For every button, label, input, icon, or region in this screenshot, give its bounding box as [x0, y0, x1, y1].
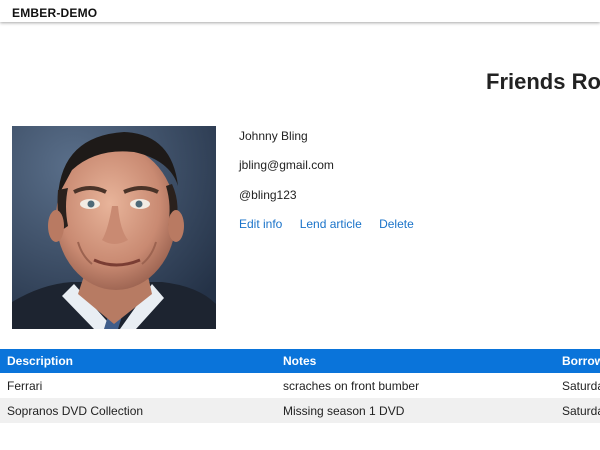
edit-info-link[interactable]: Edit info [239, 217, 282, 231]
delete-link[interactable]: Delete [379, 217, 414, 231]
cell-notes: scraches on front bumber [283, 378, 420, 393]
cell-description: Ferrari [7, 378, 43, 393]
friend-actions: Edit info Lend article Delete [239, 217, 414, 231]
page-title: Friends Ro [486, 69, 600, 94]
column-header-borrowed[interactable]: Borrow [555, 349, 600, 373]
friend-name: Johnny Bling [239, 129, 308, 143]
cell-borrowed: Saturda [562, 378, 600, 393]
cell-borrowed: Saturda [555, 398, 600, 423]
brand-link[interactable]: EMBER-DEMO [12, 6, 97, 20]
lend-article-link[interactable]: Lend article [300, 217, 362, 231]
cell-notes: Missing season 1 DVD [276, 398, 555, 423]
top-navbar: EMBER-DEMO [0, 0, 600, 22]
column-header-description[interactable]: Description [0, 349, 276, 373]
friend-twitter: @bling123 [239, 188, 297, 202]
table-row[interactable]: Sopranos DVD Collection Missing season 1… [0, 398, 600, 423]
articles-table: Description Notes Borrow Ferrari scrache… [0, 349, 600, 423]
column-header-notes[interactable]: Notes [276, 349, 555, 373]
table-header-row: Description Notes Borrow [0, 349, 600, 373]
person-photo-icon [12, 126, 216, 329]
cell-description: Sopranos DVD Collection [0, 398, 276, 423]
friend-avatar [12, 126, 216, 329]
friend-email: jbling@gmail.com [239, 158, 334, 172]
table-row[interactable]: Ferrari scraches on front bumber Saturda [0, 373, 600, 398]
